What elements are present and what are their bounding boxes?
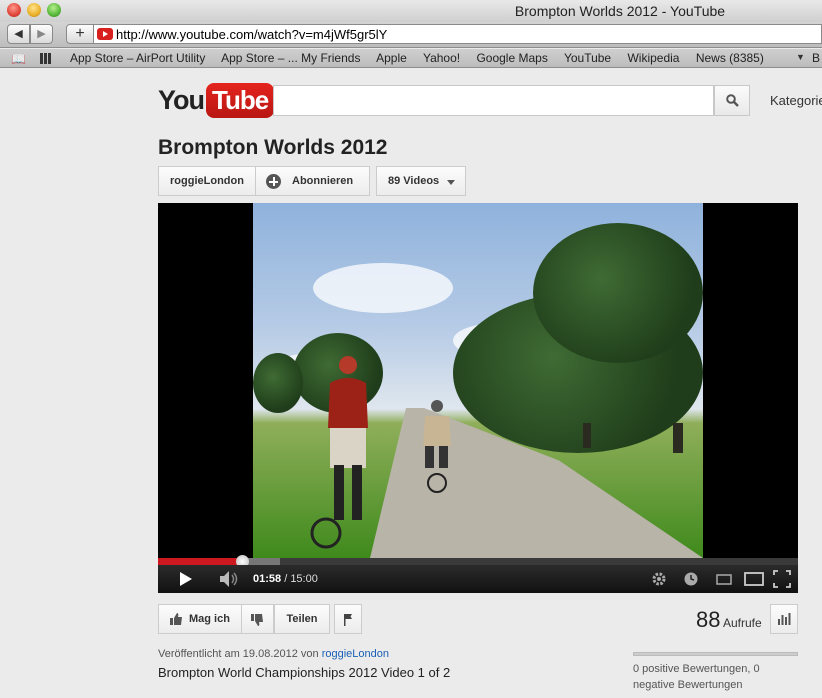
published-prefix: Veröffentlicht am 19.08.2012 von xyxy=(158,648,319,660)
youtube-logo[interactable]: You Tube xyxy=(158,82,275,118)
gear-icon[interactable] xyxy=(650,565,668,593)
bookmark-item[interactable]: App Store – AirPort Utility xyxy=(70,51,205,65)
bar-chart-icon xyxy=(778,613,791,625)
address-bar[interactable]: http://www.youtube.com/watch?v=m4jWf5gr5… xyxy=(94,24,822,44)
window-titlebar: Brompton Worlds 2012 - YouTube xyxy=(0,0,822,22)
bookmark-item[interactable]: Wikipedia xyxy=(627,51,679,65)
fullscreen-icon[interactable] xyxy=(772,565,792,593)
like-button[interactable]: Mag ich xyxy=(189,605,230,633)
large-player-icon[interactable] xyxy=(743,565,765,593)
duration: 15:00 xyxy=(290,573,318,585)
minimize-window-icon[interactable] xyxy=(27,3,41,17)
forward-arrow-icon: ▶ xyxy=(37,28,46,40)
current-time: 01:58 xyxy=(253,573,282,585)
videos-count-label: 89 Videos xyxy=(388,175,440,187)
back-arrow-icon: ◀ xyxy=(14,28,23,40)
time-display: 01:58 / 15:00 xyxy=(253,573,318,585)
window-title: Brompton Worlds 2012 - YouTube xyxy=(514,3,726,19)
browser-toolbar: ◀ ▶ + http://www.youtube.com/watch?v=m4j… xyxy=(0,22,822,48)
chevron-down-icon xyxy=(447,180,455,185)
share-button[interactable]: Teilen xyxy=(274,604,330,634)
bookmark-item[interactable]: YouTube xyxy=(564,51,611,65)
channel-subscribe-group: roggieLondon Abonnieren xyxy=(158,166,370,196)
videos-count-button[interactable]: 89 Videos xyxy=(376,166,466,196)
video-title: Brompton Worlds 2012 xyxy=(158,136,388,159)
bookmark-item[interactable]: App Store – ... My Friends xyxy=(221,51,360,65)
search-icon xyxy=(726,94,739,107)
plus-icon: + xyxy=(75,25,85,42)
play-icon[interactable] xyxy=(178,565,194,593)
video-frame[interactable] xyxy=(253,203,703,558)
player-controls: 01:58 / 15:00 xyxy=(158,565,798,593)
thumbs-up-icon[interactable] xyxy=(169,612,183,626)
url-text[interactable]: http://www.youtube.com/watch?v=m4jWf5gr5… xyxy=(116,27,387,42)
bookmarks-overflow-chevron-icon[interactable]: ▼ xyxy=(796,52,805,62)
rating-bar xyxy=(633,652,798,656)
bookmark-item[interactable]: Apple xyxy=(376,51,407,65)
forward-button[interactable]: ▶ xyxy=(30,24,53,44)
small-player-icon[interactable] xyxy=(714,565,734,593)
bookmark-item[interactable]: News (8385) xyxy=(696,51,764,65)
progress-bar[interactable] xyxy=(158,555,798,568)
reading-list-icon[interactable]: 📖 xyxy=(11,52,26,66)
watch-later-clock-icon[interactable] xyxy=(682,565,700,593)
search-button[interactable] xyxy=(714,85,750,116)
bookmarks-bar: 📖 App Store – AirPort Utility App Store … xyxy=(0,49,822,68)
volume-icon[interactable] xyxy=(218,565,240,593)
progress-played xyxy=(158,558,242,565)
flag-button[interactable] xyxy=(334,604,362,634)
zoom-window-icon[interactable] xyxy=(47,3,61,17)
logo-tube-text: Tube xyxy=(206,82,275,118)
published-info: Veröffentlicht am 19.08.2012 von roggieL… xyxy=(158,648,389,660)
statistics-button[interactable] xyxy=(770,604,798,634)
view-count-label: Aufrufe xyxy=(723,616,762,630)
categories-link[interactable]: Kategorien xyxy=(770,93,822,108)
time-separator: / xyxy=(281,573,291,585)
subscribe-plus-icon[interactable] xyxy=(266,174,281,189)
flag-icon xyxy=(344,614,352,626)
close-window-icon[interactable] xyxy=(7,3,21,17)
thumbs-down-icon[interactable] xyxy=(250,613,264,627)
subscribe-button[interactable]: Abonnieren xyxy=(292,167,353,195)
bookmark-item[interactable]: Google Maps xyxy=(476,51,547,65)
like-divider xyxy=(241,605,242,633)
video-player[interactable]: 01:58 / 15:00 xyxy=(158,203,798,593)
published-channel-link[interactable]: roggieLondon xyxy=(322,648,389,660)
video-cyclist-graphic xyxy=(423,400,451,493)
bookmark-item[interactable]: Yahoo! xyxy=(423,51,460,65)
top-sites-grid-icon[interactable] xyxy=(40,53,52,64)
youtube-favicon-icon xyxy=(97,28,113,40)
add-bookmark-button[interactable]: + xyxy=(66,24,94,44)
back-button[interactable]: ◀ xyxy=(7,24,30,44)
ratings-text: 0 positive Bewertungen, 0 negative Bewer… xyxy=(633,663,760,691)
like-dislike-group: Mag ich xyxy=(158,604,274,634)
video-cyclist-graphic xyxy=(310,356,368,549)
bookmark-list: App Store – AirPort Utility App Store – … xyxy=(70,51,777,65)
search-input[interactable] xyxy=(273,85,714,116)
view-count: 88 xyxy=(696,607,721,632)
channel-name-button[interactable]: roggieLondon xyxy=(159,167,256,195)
logo-you-text: You xyxy=(158,84,205,115)
video-description: Brompton World Championships 2012 Video … xyxy=(158,665,451,680)
bookmark-item-overflow[interactable]: B xyxy=(812,51,820,65)
